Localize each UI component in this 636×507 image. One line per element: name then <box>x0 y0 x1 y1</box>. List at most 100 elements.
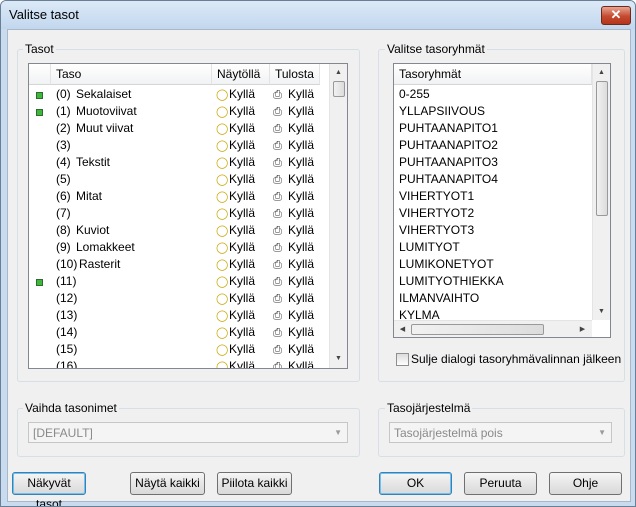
group-list-item[interactable]: LUMITYOTHIEKKA <box>399 273 589 290</box>
group-list-item[interactable]: ILMANVAIHTO <box>399 290 589 307</box>
layer-row[interactable]: (8) Kuviot ◯Kyllä ⎙ Kyllä <box>29 222 329 239</box>
groups-list[interactable]: Tasoryhmät 0-255 YLLAPSIIVOUS PUHTAANAPITO… <box>393 63 611 338</box>
groups-scroll-right-arrow-icon[interactable]: ▶ <box>574 321 591 337</box>
close-button[interactable]: ✕ <box>601 6 631 25</box>
display-toggle[interactable]: ◯Kyllä <box>216 341 255 359</box>
title-bar[interactable]: Valitse tasot ✕ <box>1 1 635 29</box>
print-toggle[interactable]: ⎙ Kyllä <box>271 273 314 291</box>
print-toggle[interactable]: ⎙ Kyllä <box>271 137 314 155</box>
print-toggle[interactable]: ⎙ Kyllä <box>271 324 314 342</box>
layers-list[interactable]: Taso Näytöllä Tulosta (0) Sekalaiset ◯Kyll… <box>28 63 348 369</box>
print-toggle[interactable]: ⎙ Kyllä <box>271 154 314 172</box>
group-list-item[interactable]: VIHERTYOT3 <box>399 222 589 239</box>
display-toggle[interactable]: ◯Kyllä <box>216 103 255 121</box>
column-header-groups[interactable]: Tasoryhmät <box>394 64 592 85</box>
print-toggle[interactable]: ⎙ Kyllä <box>271 358 314 368</box>
column-header-layer[interactable]: Taso <box>51 64 212 85</box>
groups-scroll-down-arrow-icon[interactable]: ▼ <box>593 303 610 320</box>
display-toggle[interactable]: ◯Kyllä <box>216 239 255 257</box>
groups-vertical-scrollbar[interactable]: ▲ ▼ <box>592 64 610 320</box>
print-toggle[interactable]: ⎙ Kyllä <box>271 256 314 274</box>
layer-row[interactable]: (4) Tekstit ◯Kyllä ⎙ Kyllä <box>29 154 329 171</box>
display-value: Kyllä <box>229 274 256 288</box>
layer-row[interactable]: (2) Muut viivat ◯Kyllä ⎙ Kyllä <box>29 120 329 137</box>
print-toggle[interactable]: ⎙ Kyllä <box>271 307 314 325</box>
display-toggle[interactable]: ◯Kyllä <box>216 273 255 291</box>
display-toggle[interactable]: ◯Kyllä <box>216 358 255 368</box>
print-toggle[interactable]: ⎙ Kyllä <box>271 341 314 359</box>
group-list-item[interactable]: PUHTAANAPITO2 <box>399 137 589 154</box>
groups-scroll-left-arrow-icon[interactable]: ◀ <box>394 321 411 337</box>
display-toggle[interactable]: ◯Kyllä <box>216 120 255 138</box>
printer-icon: ⎙ <box>273 174 282 186</box>
layer-system-dropdown[interactable]: Tasojärjestelmä pois ▼ <box>389 422 612 443</box>
group-list-item[interactable]: PUHTAANAPITO4 <box>399 171 589 188</box>
layer-row[interactable]: (3) ◯Kyllä ⎙ Kyllä <box>29 137 329 154</box>
display-toggle[interactable]: ◯Kyllä <box>216 86 255 104</box>
display-toggle[interactable]: ◯Kyllä <box>216 154 255 172</box>
print-toggle[interactable]: ⎙ Kyllä <box>271 103 314 121</box>
layer-row[interactable]: (0) Sekalaiset ◯Kyllä ⎙ Kyllä <box>29 86 329 103</box>
layer-row[interactable]: (6) Mitat ◯Kyllä ⎙ Kyllä <box>29 188 329 205</box>
layer-row[interactable]: (1) Muotoviivat ◯Kyllä ⎙ Kyllä <box>29 103 329 120</box>
ok-button[interactable]: OK <box>379 472 452 495</box>
layer-row[interactable]: (16) ◯Kyllä ⎙ Kyllä <box>29 358 329 368</box>
close-after-select-checkbox[interactable] <box>396 353 409 366</box>
layer-row[interactable]: (10) Rasterit ◯Kyllä ⎙ Kyllä <box>29 256 329 273</box>
display-toggle[interactable]: ◯Kyllä <box>216 256 255 274</box>
layer-row[interactable]: (5) ◯Kyllä ⎙ Kyllä <box>29 171 329 188</box>
printer-icon: ⎙ <box>273 242 282 254</box>
print-toggle[interactable]: ⎙ Kyllä <box>271 290 314 308</box>
groups-scroll-up-arrow-icon[interactable]: ▲ <box>593 64 610 81</box>
group-list-item[interactable]: LUMITYOT <box>399 239 589 256</box>
print-toggle[interactable]: ⎙ Kyllä <box>271 222 314 240</box>
layer-row[interactable]: (15) ◯Kyllä ⎙ Kyllä <box>29 341 329 358</box>
scroll-down-arrow-icon[interactable]: ▼ <box>330 350 347 367</box>
layer-number: (11) <box>56 274 77 288</box>
layer-row[interactable]: (13) ◯Kyllä ⎙ Kyllä <box>29 307 329 324</box>
layer-row[interactable]: (9) Lomakkeet ◯Kyllä ⎙ Kyllä <box>29 239 329 256</box>
layer-row[interactable]: (7) ◯Kyllä ⎙ Kyllä <box>29 205 329 222</box>
display-toggle[interactable]: ◯Kyllä <box>216 290 255 308</box>
groups-hscroll-thumb[interactable] <box>411 324 544 335</box>
group-list-item[interactable]: 0-255 <box>399 86 589 103</box>
group-list-item[interactable]: PUHTAANAPITO3 <box>399 154 589 171</box>
hide-all-button[interactable]: Piilota kaikki <box>217 472 292 495</box>
print-toggle[interactable]: ⎙ Kyllä <box>271 188 314 206</box>
group-list-item[interactable]: LUMIKONETYOT <box>399 256 589 273</box>
group-list-item[interactable]: VIHERTYOT1 <box>399 188 589 205</box>
layer-row[interactable]: (12) ◯Kyllä ⎙ Kyllä <box>29 290 329 307</box>
display-toggle[interactable]: ◯Kyllä <box>216 171 255 189</box>
display-toggle[interactable]: ◯Kyllä <box>216 188 255 206</box>
print-toggle[interactable]: ⎙ Kyllä <box>271 120 314 138</box>
print-toggle[interactable]: ⎙ Kyllä <box>271 205 314 223</box>
display-toggle[interactable]: ◯Kyllä <box>216 307 255 325</box>
print-value: Kyllä <box>288 342 315 356</box>
print-toggle[interactable]: ⎙ Kyllä <box>271 171 314 189</box>
help-button[interactable]: Ohje <box>549 472 622 495</box>
group-list-item[interactable]: VIHERTYOT2 <box>399 205 589 222</box>
groups-scroll-thumb[interactable] <box>596 81 608 216</box>
display-toggle[interactable]: ◯Kyllä <box>216 137 255 155</box>
column-header-display[interactable]: Näytöllä <box>212 64 270 85</box>
group-list-item[interactable]: YLLAPSIIVOUS <box>399 103 589 120</box>
layer-row[interactable]: (11) ◯Kyllä ⎙ Kyllä <box>29 273 329 290</box>
layer-names-dropdown[interactable]: [DEFAULT] ▼ <box>28 422 348 443</box>
group-list-item[interactable]: PUHTAANAPITO1 <box>399 120 589 137</box>
display-toggle[interactable]: ◯Kyllä <box>216 324 255 342</box>
marker-column-header[interactable] <box>29 64 51 85</box>
cancel-button[interactable]: Peruuta <box>464 472 537 495</box>
print-toggle[interactable]: ⎙ Kyllä <box>271 86 314 104</box>
scroll-up-arrow-icon[interactable]: ▲ <box>330 64 347 81</box>
groups-horizontal-scrollbar[interactable]: ◀ ▶ <box>394 320 592 337</box>
layers-scroll-thumb[interactable] <box>333 81 345 97</box>
layer-row[interactable]: (14) ◯Kyllä ⎙ Kyllä <box>29 324 329 341</box>
print-toggle[interactable]: ⎙ Kyllä <box>271 239 314 257</box>
visible-layers-button[interactable]: Näkyvät tasot <box>12 472 86 506</box>
layers-scrollbar[interactable]: ▲ ▼ <box>329 64 347 368</box>
display-toggle[interactable]: ◯Kyllä <box>216 205 255 223</box>
display-value: Kyllä <box>229 291 256 305</box>
column-header-print[interactable]: Tulosta <box>270 64 320 85</box>
display-toggle[interactable]: ◯Kyllä <box>216 222 255 240</box>
show-all-button[interactable]: Näytä kaikki <box>130 472 205 495</box>
